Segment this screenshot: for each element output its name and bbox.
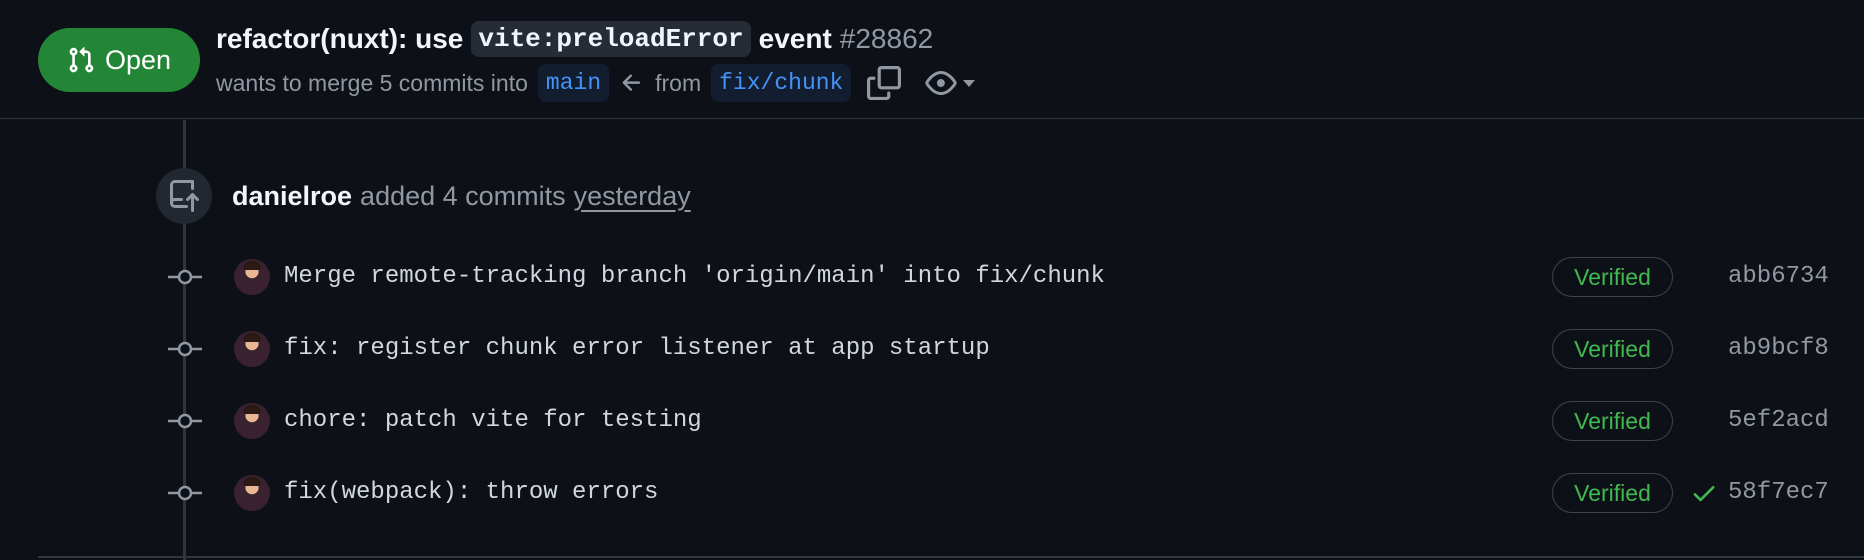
git-commit-icon (168, 485, 202, 501)
commit-sha-link[interactable]: ab9bcf8 (1728, 331, 1829, 367)
verified-badge[interactable]: Verified (1552, 257, 1673, 297)
event-action: added 4 commits (360, 180, 566, 211)
pr-status-label: Open (104, 44, 172, 75)
section-divider (38, 556, 1864, 558)
check-icon[interactable] (1690, 479, 1718, 507)
commit-message-link[interactable]: fix(webpack): throw errors (284, 475, 658, 511)
base-branch-link[interactable]: main (537, 64, 610, 102)
pr-number: #28862 (839, 23, 934, 54)
commit-row: fix(webpack): throw errors Verified 58f7… (0, 463, 1864, 523)
avatar[interactable] (234, 259, 270, 295)
event-author-link[interactable]: danielroe (232, 181, 352, 212)
verified-badge[interactable]: Verified (1552, 401, 1673, 441)
git-commit-icon (168, 413, 202, 429)
watch-dropdown[interactable] (925, 67, 977, 99)
copy-icon[interactable] (867, 66, 902, 100)
git-pull-request-icon (69, 47, 94, 73)
arrow-left-icon (622, 74, 641, 91)
commit-row: chore: patch vite for testing Verified 5… (0, 391, 1864, 451)
pr-title-prefix: refactor(nuxt): use (216, 23, 464, 54)
caret-down-icon (963, 80, 976, 87)
git-commit-icon (168, 269, 202, 285)
avatar[interactable] (234, 331, 270, 367)
repo-push-icon (170, 180, 199, 212)
pr-title-code: vite:preloadError (471, 21, 751, 57)
avatar[interactable] (234, 475, 270, 511)
event-time-link[interactable]: yesterday (574, 181, 691, 212)
head-branch-link[interactable]: fix/chunk (711, 64, 852, 102)
avatar[interactable] (234, 403, 270, 439)
from-text: from (655, 69, 702, 96)
pr-title-suffix: event (758, 23, 832, 54)
commit-row: Merge remote-tracking branch 'origin/mai… (0, 247, 1864, 307)
verified-badge[interactable]: Verified (1552, 329, 1673, 369)
pr-title: refactor(nuxt): use vite:preloadError ev… (216, 18, 933, 60)
commit-row: fix: register chunk error listener at ap… (0, 319, 1864, 379)
eye-icon (925, 71, 958, 95)
commit-sha-link[interactable]: 5ef2acd (1728, 403, 1829, 439)
commit-message-link[interactable]: Merge remote-tracking branch 'origin/mai… (284, 259, 1105, 295)
verified-badge[interactable]: Verified (1552, 473, 1673, 513)
git-commit-icon (168, 341, 202, 357)
merge-text: wants to merge 5 commits into (216, 69, 528, 96)
commit-message-link[interactable]: fix: register chunk error listener at ap… (284, 331, 990, 367)
pull-request-page: Open refactor(nuxt): use vite:preloadErr… (0, 0, 1864, 560)
commit-sha-link[interactable]: abb6734 (1728, 259, 1829, 295)
commit-sha-link[interactable]: 58f7ec7 (1728, 475, 1829, 511)
timeline-event: danielroe added 4 commits yesterday (232, 176, 691, 216)
pr-status-badge: Open (38, 28, 200, 92)
commit-message-link[interactable]: chore: patch vite for testing (284, 403, 702, 439)
pr-header: Open refactor(nuxt): use vite:preloadErr… (0, 0, 1864, 119)
repo-push-badge (156, 168, 212, 224)
merge-summary: wants to merge 5 commits into main from … (216, 62, 977, 104)
